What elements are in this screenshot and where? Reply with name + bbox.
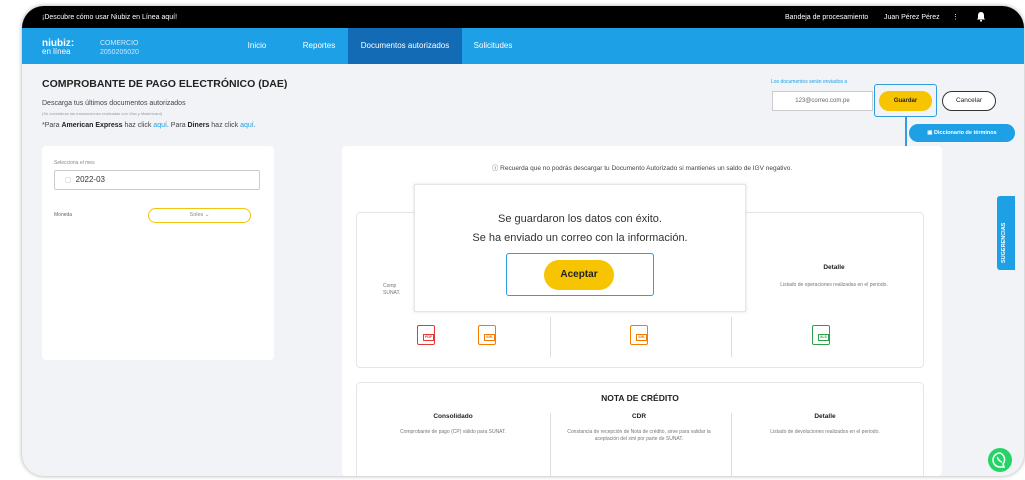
company-label: COMERCIO [100, 40, 139, 47]
month-value: 2022-03 [75, 175, 105, 184]
page-note: (Se consideran las transacciones realiza… [42, 111, 163, 116]
nota-credito-section: NOTA DE CRÉDITO Consolidado Comprobante … [356, 382, 924, 476]
email-field[interactable]: 123@correo.com.pe [772, 91, 873, 111]
amex-text-1: *Para [42, 122, 62, 129]
nav-inicio[interactable]: Inicio [234, 28, 280, 64]
nav-documentos-autorizados[interactable]: Documentos autorizados [348, 28, 462, 64]
email-sent-message: Se ha enviado un correo con la informaci… [472, 232, 688, 244]
company-info: COMERCIO 2050205020 [100, 39, 139, 57]
success-dialog: Se guardaron los datos con éxito. Se ha … [414, 184, 746, 312]
detalle-desc: Listado de operaciones realizadas en el … [780, 282, 888, 288]
whatsapp-icon[interactable] [988, 448, 1012, 472]
nc-consolidado-title: Consolidado [433, 413, 473, 420]
browser-frame: ¡Descubre cómo usar Niubiz en Línea aquí… [22, 6, 1024, 476]
nc-detalle-desc: Listado de devoluciones realizados en el… [770, 429, 880, 435]
dictionary-label: Diccionario de términos [934, 130, 997, 136]
pdf-download-icon[interactable]: PDF [417, 325, 435, 345]
amex-link[interactable]: aquí [153, 122, 167, 129]
dictionary-button[interactable]: ▣ Diccionario de términos [909, 124, 1015, 142]
calendar-icon: ▢ [65, 177, 72, 184]
currency-select[interactable]: Soles ⌄ [148, 208, 251, 223]
pdf-tag: PDF [423, 334, 434, 341]
top-bar: ¡Descubre cómo usar Niubiz en Línea aquí… [22, 6, 1024, 28]
column-divider [731, 413, 732, 476]
main-nav: niubiz: en línea COMERCIO 2050205020 Ini… [22, 28, 1024, 64]
currency-label: Moneda [54, 212, 73, 218]
nav-reportes[interactable]: Reportes [292, 28, 346, 64]
success-message: Se guardaron los datos con éxito. [498, 213, 662, 225]
amex-brand: American Express [61, 122, 123, 129]
amex-text-3: . Para [166, 122, 188, 129]
column-divider [550, 317, 551, 357]
bell-icon[interactable] [976, 11, 986, 24]
accept-button[interactable]: Aceptar [544, 260, 614, 290]
column-divider [550, 413, 551, 476]
xls-download-icon[interactable]: XLS [812, 325, 830, 345]
nc-detalle-title: Detalle [814, 413, 836, 420]
column-divider [731, 317, 732, 357]
cancel-button[interactable]: Cancelar [942, 91, 996, 111]
nc-cdr-desc: Constancia de recepción de Nota de crédi… [567, 429, 711, 442]
suggestions-tab[interactable]: SUGERENCIAS [997, 196, 1015, 270]
month-picker[interactable]: ▢ 2022-03 [54, 170, 260, 190]
suggestions-label: SUGERENCIAS [1001, 222, 1007, 263]
nav-solicitudes[interactable]: Solicitudes [464, 28, 522, 64]
xls-tag: XLS [818, 334, 829, 341]
page-subtitle: Descarga tus últimos documentos autoriza… [42, 100, 186, 107]
processing-inbox-link[interactable]: Bandeja de procesamiento [785, 14, 868, 21]
igv-reminder: ⓘ Recuerda que no podrás descargar tu Do… [342, 162, 942, 172]
amex-text-2: haz click [122, 122, 154, 129]
diners-link[interactable]: aquí [240, 122, 254, 129]
company-code: 2050205020 [100, 49, 139, 56]
nota-credito-title: NOTA DE CRÉDITO [601, 393, 679, 403]
xml-tag: XML [484, 334, 496, 341]
page-title: COMPROBANTE DE PAGO ELECTRÓNICO (DAE) [42, 78, 288, 90]
send-to-label: Los documentos serán enviados a [771, 79, 848, 85]
cdr-xml-download-icon[interactable]: XML [630, 325, 648, 345]
amex-text-end: . [253, 122, 256, 129]
detalle-title: Detalle [823, 264, 845, 271]
nc-cdr-title: CDR [631, 413, 647, 420]
reminder-text: Recuerda que no podrás descargar tu Docu… [500, 165, 793, 172]
xml-download-icon[interactable]: XML [478, 325, 496, 345]
diners-brand: Diners [187, 122, 210, 129]
nc-consolidado-desc: Comprobante de pago (CP) válido para SUN… [399, 429, 507, 435]
month-label: Selecciona el mes [54, 160, 95, 166]
cdr-xml-tag: XML [636, 334, 648, 341]
diners-text: haz click [209, 122, 241, 129]
promo-link[interactable]: ¡Descubre cómo usar Niubiz en Línea aquí… [42, 14, 177, 21]
logo-line-2: en línea [42, 47, 71, 56]
info-icon: ⓘ [491, 165, 501, 172]
user-name[interactable]: Juan Pérez Pérez [884, 14, 940, 21]
other-cards-note: *Para American Express haz click aquí. P… [42, 122, 256, 129]
more-menu-icon[interactable]: ⋮ [952, 13, 959, 21]
save-button[interactable]: Guardar [879, 91, 932, 111]
niubiz-logo[interactable]: niubiz: en línea [42, 39, 74, 56]
filter-card: Selecciona el mes ▢ 2022-03 Moneda Soles … [42, 146, 274, 360]
